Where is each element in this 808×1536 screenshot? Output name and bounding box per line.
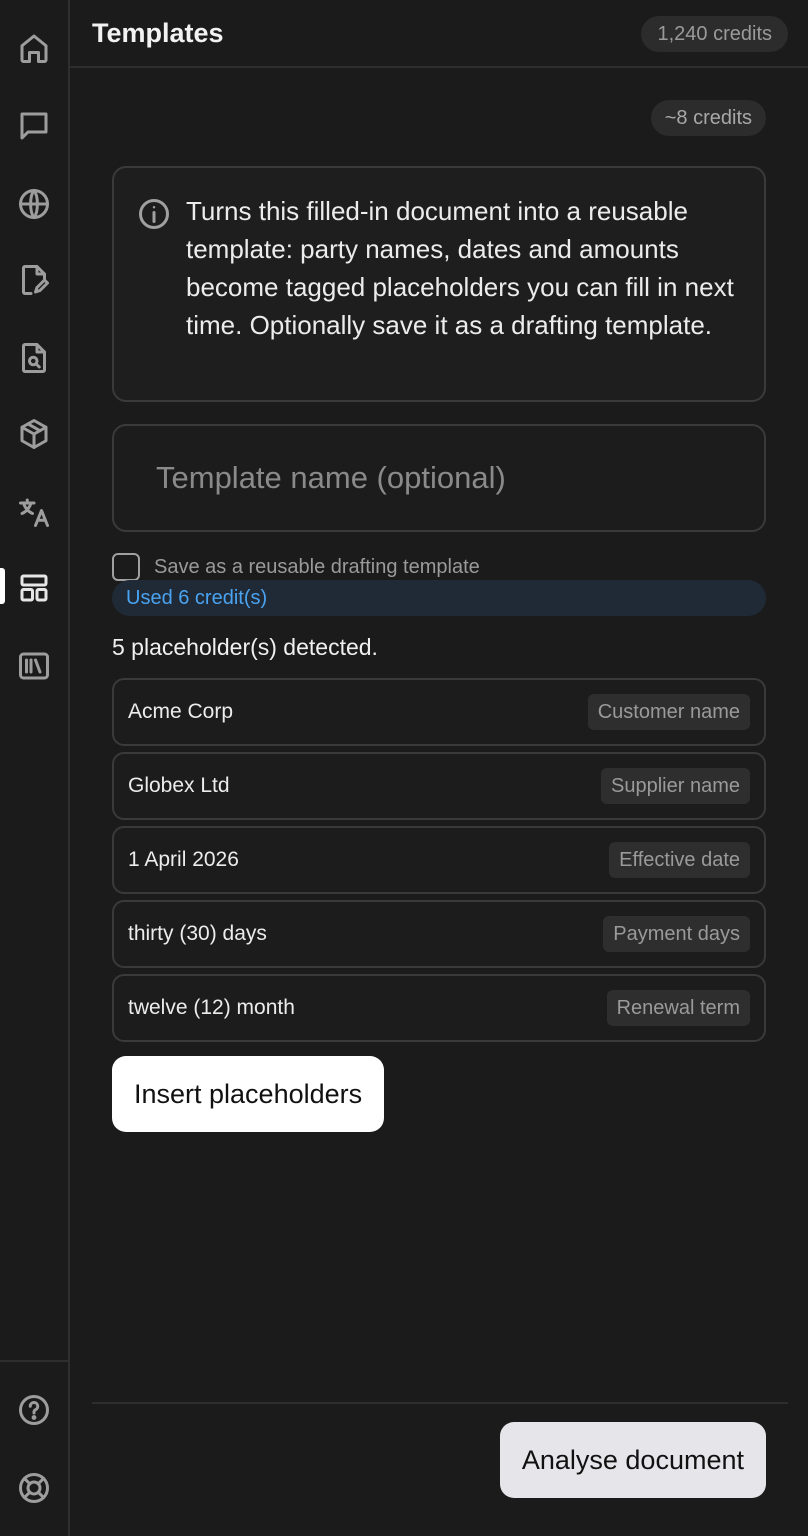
save-template-checkbox-label: Save as a reusable drafting template [154, 555, 480, 578]
sidebar-item-web[interactable] [0, 174, 68, 234]
placeholder-tag: Effective date [609, 842, 750, 878]
save-template-checkbox-row[interactable]: Save as a reusable drafting template [112, 552, 480, 582]
document-search-icon [22, 343, 46, 373]
placeholder-row[interactable]: Acme Corp Customer name [112, 678, 766, 746]
template-name-input[interactable] [112, 424, 766, 532]
placeholder-tag: Payment days [603, 916, 750, 952]
sidebar-item-packages[interactable] [0, 404, 68, 464]
sidebar-item-home[interactable] [0, 18, 68, 78]
app-window: Templates 1,240 credits ~8 credits Turns… [0, 0, 808, 1536]
sidebar-divider [0, 1360, 68, 1362]
placeholder-value: Globex Ltd [128, 774, 230, 797]
placeholder-tag: Supplier name [601, 768, 750, 804]
placeholder-row[interactable]: Globex Ltd Supplier name [112, 752, 766, 820]
sidebar [0, 0, 70, 1536]
sidebar-item-templates[interactable] [0, 558, 68, 618]
placeholder-row[interactable]: 1 April 2026 Effective date [112, 826, 766, 894]
placeholder-value: thirty (30) days [128, 922, 267, 945]
placeholder-row[interactable]: twelve (12) month Renewal term [112, 974, 766, 1042]
help-icon [19, 1395, 49, 1425]
sidebar-item-help[interactable] [0, 1380, 68, 1440]
globe-icon [19, 189, 49, 219]
placeholder-tag: Customer name [587, 694, 750, 730]
sidebar-item-support[interactable] [0, 1458, 68, 1518]
main-panel: Templates 1,240 credits ~8 credits Turns… [70, 0, 808, 1536]
chat-icon [20, 112, 48, 140]
placeholder-value: Acme Corp [128, 700, 234, 723]
sidebar-item-chat[interactable] [0, 96, 68, 156]
info-callout: Turns this filled-in document into a reu… [112, 166, 766, 402]
cost-estimate-badge: ~8 credits [650, 100, 766, 136]
placeholder-value: 1 April 2026 [128, 848, 239, 871]
insert-placeholders-button[interactable]: Insert placeholders [112, 1056, 385, 1132]
placeholder-value: twelve (12) month [128, 996, 295, 1019]
library-icon [19, 652, 49, 680]
footer-divider [92, 1402, 788, 1404]
templates-layout-icon [20, 574, 48, 602]
placeholder-row[interactable]: thirty (30) days Payment days [112, 900, 766, 968]
placeholder-tag: Renewal term [606, 990, 750, 1026]
analyse-document-button[interactable]: Analyse document [499, 1422, 766, 1498]
translate-icon [19, 498, 49, 527]
sidebar-item-translate[interactable] [0, 482, 68, 542]
placeholders-detected-text: 5 placeholder(s) detected. [112, 634, 378, 660]
info-text: Turns this filled-in document into a reu… [186, 196, 734, 340]
page-title: Templates [92, 18, 224, 48]
placeholder-list: Acme Corp Customer name Globex Ltd Suppl… [112, 678, 766, 1048]
used-credits-banner: Used 6 credit(s) [112, 580, 766, 616]
document-edit-icon [22, 265, 49, 295]
credits-balance-badge: 1,240 credits [641, 16, 788, 52]
home-icon [20, 34, 48, 63]
sidebar-item-library[interactable] [0, 636, 68, 696]
cube-icon [20, 419, 48, 449]
save-template-checkbox[interactable] [112, 553, 140, 581]
info-icon [136, 196, 172, 232]
support-lifebuoy-icon [19, 1473, 49, 1503]
sidebar-item-review[interactable] [0, 328, 68, 388]
header: Templates 1,240 credits [70, 0, 808, 68]
sidebar-item-draft[interactable] [0, 250, 68, 310]
